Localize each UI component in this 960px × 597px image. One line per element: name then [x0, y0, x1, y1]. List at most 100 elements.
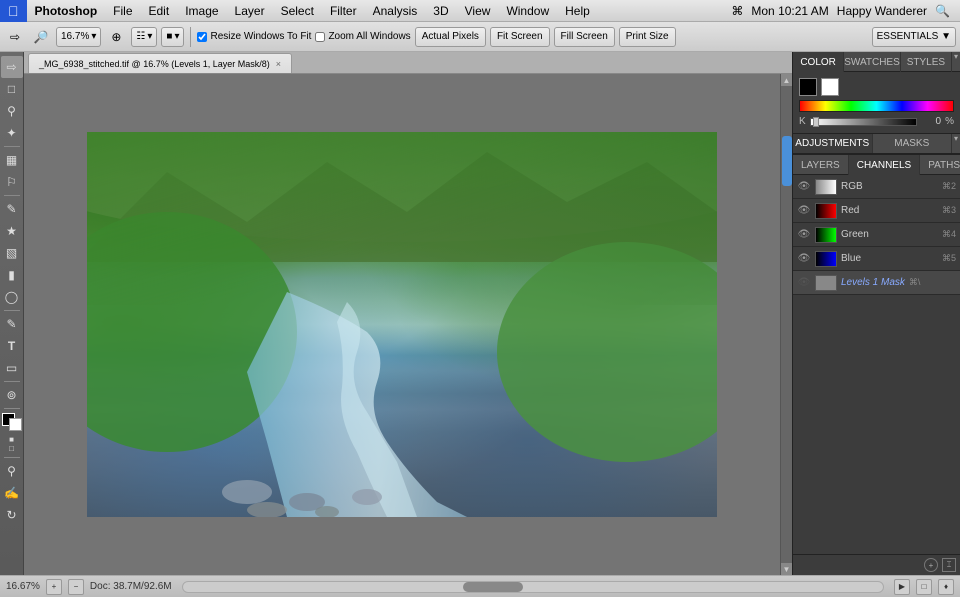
menu-3d[interactable]: 3D [425, 0, 456, 22]
scroll-up-arrow[interactable]: ▲ [781, 74, 793, 86]
tool-icon-move[interactable]: ⇨ [4, 26, 26, 48]
channel-mask[interactable]: 👁 Levels 1 Mask ⌘\ [793, 271, 960, 295]
channels-footer: + ⌶ [793, 554, 960, 575]
tool-marquee[interactable]: □ [1, 78, 23, 100]
background-color[interactable] [9, 418, 22, 431]
channel-red[interactable]: 👁 Red ⌘3 [793, 199, 960, 223]
tool-rotate[interactable]: ↻ [1, 504, 23, 526]
menu-image[interactable]: Image [177, 0, 226, 22]
eye-mask[interactable]: 👁 [797, 276, 811, 290]
menu-edit[interactable]: Edit [141, 0, 178, 22]
tool-brush[interactable]: ✎ [1, 198, 23, 220]
actual-pixels-button[interactable]: Actual Pixels [415, 27, 486, 47]
canvas-vertical-scrollbar[interactable]: ▲ ▼ [780, 74, 792, 575]
tool-hand[interactable]: ✍ [1, 482, 23, 504]
tab-layers[interactable]: LAYERS [793, 155, 849, 175]
info-button-2[interactable]: ♦ [938, 579, 954, 595]
h-scroll-thumb[interactable] [463, 582, 523, 592]
menu-view[interactable]: View [457, 0, 499, 22]
fit-screen-button[interactable]: Fit Screen [490, 27, 550, 47]
color-spectrum[interactable] [799, 100, 954, 112]
photo-canvas [87, 132, 717, 517]
resize-windows-checkbox[interactable]: Resize Windows To Fit [197, 31, 311, 42]
info-button-1[interactable]: □ [916, 579, 932, 595]
canvas-container[interactable] [24, 74, 780, 575]
tool-eyedropper[interactable]: ⚐ [1, 171, 23, 193]
tool-gradient[interactable]: ▮ [1, 264, 23, 286]
k-slider[interactable] [810, 118, 917, 126]
menu-window[interactable]: Window [498, 0, 557, 22]
tool-pen[interactable]: ✎ [1, 313, 23, 335]
zoom-dropdown[interactable]: 16.7% ▾ [56, 27, 101, 47]
scroll-track[interactable] [781, 86, 793, 563]
scroll-thumb[interactable] [782, 136, 792, 186]
tab-masks[interactable]: MASKS [873, 134, 953, 153]
view-icons[interactable]: ☷▾ [131, 27, 157, 47]
tool-move[interactable]: ⇨ [1, 56, 23, 78]
blue-thumbnail [815, 251, 837, 267]
play-button[interactable]: ▶ [894, 579, 910, 595]
resize-checkbox-input[interactable] [197, 32, 207, 42]
color-panel-collapse[interactable]: ▾ [952, 52, 960, 60]
main-layout: ⇨ □ ⚲ ✦ ▦ ⚐ ✎ ★ ▧ ▮ ◯ ✎ T ▭ ⊚ ■□ ⚲ ✍ ↻ _… [0, 52, 960, 575]
arrange-dropdown[interactable]: ■▾ [161, 27, 184, 47]
background-swatch[interactable] [821, 78, 839, 96]
tool-icon-zoom-in[interactable]: 🔎 [30, 26, 52, 48]
tool-text[interactable]: T [1, 335, 23, 357]
tool-clone[interactable]: ★ [1, 220, 23, 242]
delete-channel-button[interactable]: ⌶ [942, 558, 956, 572]
foreground-swatch[interactable] [799, 78, 817, 96]
tab-paths[interactable]: PATHS [920, 155, 960, 175]
menu-analysis[interactable]: Analysis [365, 0, 426, 22]
channel-green[interactable]: 👁 Green ⌘4 [793, 223, 960, 247]
fill-screen-button[interactable]: Fill Screen [554, 27, 615, 47]
tab-close-button[interactable]: × [276, 59, 281, 69]
channel-blue[interactable]: 👁 Blue ⌘5 [793, 247, 960, 271]
tool-crop[interactable]: ▦ [1, 149, 23, 171]
zoom-all-input[interactable] [315, 32, 325, 42]
nav-icons[interactable]: ⊕ [105, 26, 127, 48]
menu-help[interactable]: Help [557, 0, 598, 22]
eye-red[interactable]: 👁 [797, 204, 811, 218]
rgb-label: RGB [841, 181, 938, 192]
eye-rgb[interactable]: 👁 [797, 180, 811, 194]
foreground-background-colors[interactable] [2, 413, 22, 431]
tab-styles[interactable]: STYLES [901, 52, 952, 72]
zoom-out-button[interactable]: − [68, 579, 84, 595]
menu-file[interactable]: File [105, 0, 140, 22]
tool-shape[interactable]: ▭ [1, 357, 23, 379]
tool-zoom[interactable]: ⚲ [1, 460, 23, 482]
zoom-in-button[interactable]: + [46, 579, 62, 595]
tool-mode-normal[interactable]: ■□ [1, 433, 23, 455]
eye-blue[interactable]: 👁 [797, 252, 811, 266]
menu-filter[interactable]: Filter [322, 0, 365, 22]
menu-layer[interactable]: Layer [227, 0, 273, 22]
channel-rgb[interactable]: 👁 RGB ⌘2 [793, 175, 960, 199]
search-icon[interactable]: 🔍 [935, 4, 950, 18]
workspace-button[interactable]: ESSENTIALS ▼ [872, 27, 956, 47]
new-channel-button[interactable]: + [924, 558, 938, 572]
tool-eraser[interactable]: ▧ [1, 242, 23, 264]
menu-select[interactable]: Select [273, 0, 322, 22]
zoom-all-checkbox[interactable]: Zoom All Windows [315, 31, 410, 42]
tool-lasso[interactable]: ⚲ [1, 100, 23, 122]
scroll-down-arrow[interactable]: ▼ [781, 563, 793, 575]
mask-label: Levels 1 Mask [841, 277, 905, 288]
tool-3d[interactable]: ⊚ [1, 384, 23, 406]
tab-channels[interactable]: CHANNELS [849, 155, 920, 175]
red-thumbnail [815, 203, 837, 219]
tab-color[interactable]: COLOR [793, 52, 844, 72]
mask-thumbnail [815, 275, 837, 291]
tab-swatches[interactable]: SWATCHES [844, 52, 901, 72]
horizontal-scrollbar[interactable] [182, 581, 884, 593]
tool-magic-wand[interactable]: ✦ [1, 122, 23, 144]
eye-green[interactable]: 👁 [797, 228, 811, 242]
print-size-button[interactable]: Print Size [619, 27, 676, 47]
k-slider-thumb[interactable] [813, 117, 819, 127]
adj-collapse[interactable]: ▾ [952, 134, 960, 142]
k-percent: % [945, 116, 954, 127]
tab-adjustments[interactable]: ADJUSTMENTS [793, 134, 873, 153]
tool-dodge[interactable]: ◯ [1, 286, 23, 308]
document-tab[interactable]: _MG_6938_stitched.tif @ 16.7% (Levels 1,… [28, 53, 292, 73]
apple-logo[interactable]:  [0, 0, 27, 22]
